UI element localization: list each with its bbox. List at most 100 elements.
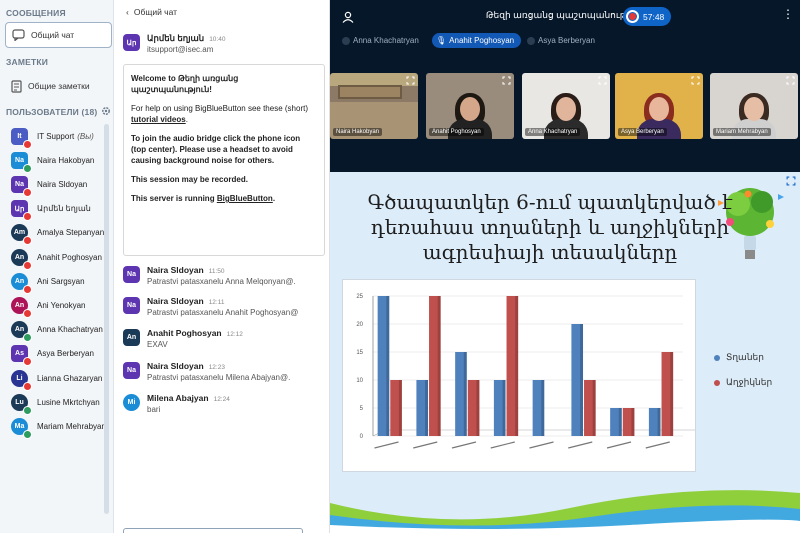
chat-message-input[interactable] xyxy=(123,528,303,533)
muted-mic-icon xyxy=(23,212,32,222)
expand-icon[interactable] xyxy=(786,176,796,186)
mic-icon xyxy=(23,333,32,343)
tutorial-videos-link[interactable]: tutorial videos xyxy=(131,115,186,124)
bar-shade xyxy=(631,408,635,436)
x-tick-label xyxy=(568,441,593,449)
user-list-item[interactable]: An Anahit Poghosyan xyxy=(0,245,113,270)
bar-top xyxy=(622,406,635,408)
user-list-item[interactable]: An Ani Yenokyan xyxy=(0,293,113,318)
bigbluebutton-link[interactable]: BigBlueButton xyxy=(217,194,273,203)
user-name: Mariam Mehrabyan xyxy=(37,421,106,431)
bar-top xyxy=(390,378,402,380)
muted-mic-icon xyxy=(23,284,32,294)
talker-indicator: Asya Berberyan xyxy=(523,33,602,48)
bar-chart: 0 5 10 15 20 25 xyxy=(342,279,696,472)
bar-shade xyxy=(515,296,519,436)
more-options-icon[interactable]: ⋮ xyxy=(782,8,794,20)
user-list-item[interactable]: Ար Արմեն եղյան xyxy=(0,197,113,222)
slide-title: Գծապատկեր 6-ում պատկերված է դեռահաս տղանե… xyxy=(367,190,733,264)
x-tick-label xyxy=(529,441,554,449)
expand-icon[interactable] xyxy=(598,76,607,85)
x-tick-label xyxy=(451,441,477,449)
muted-mic-icon xyxy=(23,187,32,197)
user-list-item[interactable]: Lu Lusine Mkrtchyan xyxy=(0,390,113,415)
sender-name: Naira Sldoyan 12:11 xyxy=(147,296,225,306)
chat-back-button[interactable]: ‹ Общий чат xyxy=(126,7,177,17)
bar-top xyxy=(416,378,429,380)
chat-title: Общий чат xyxy=(133,7,178,17)
mic-icon xyxy=(23,163,32,173)
sender-name: Naira Sldoyan 12:23 xyxy=(147,361,225,371)
messages-section-title: СООБЩЕНИЯ xyxy=(6,8,66,18)
message-body: Patrastvi patasxanelu Anna Melqonyan@. xyxy=(147,277,296,286)
welcome-message: Welcome to Թեղի առցանց պաշտպանություն! F… xyxy=(123,64,325,256)
y-tick-label: 25 xyxy=(356,294,363,300)
bar-top xyxy=(584,378,596,380)
public-chat-item[interactable]: Общий чат xyxy=(5,22,112,48)
avatar: As xyxy=(11,345,32,367)
user-name: Lianna Ghazaryan xyxy=(37,373,103,383)
x-tick-label xyxy=(374,441,399,449)
bar-shade xyxy=(657,408,661,436)
bar-shade xyxy=(502,380,506,436)
video-tile[interactable]: Anahit Poghosyan xyxy=(426,73,514,139)
user-list-item[interactable]: Na Naira Hakobyan xyxy=(0,148,113,173)
user-list-item[interactable]: It IT Support (Вы) xyxy=(0,124,113,149)
video-tile[interactable]: Naira Hakobyan xyxy=(330,73,418,139)
user-name: Anna Khachatryan xyxy=(37,325,103,335)
message-body: Patrastvi patasxanelu Milena Abajyan@. xyxy=(147,373,291,382)
user-name: Anahit Poghosyan xyxy=(37,252,102,262)
bar-top xyxy=(661,350,674,352)
user-name: Արմեն եղյան xyxy=(37,204,91,214)
video-tile[interactable]: Anna Khachatryan xyxy=(522,73,610,139)
bar-top xyxy=(377,294,390,296)
muted-mic-icon xyxy=(23,357,32,367)
user-name: Naira Hakobyan xyxy=(37,155,95,165)
avatar: An xyxy=(11,272,32,294)
user-list-item[interactable]: An Ani Sargsyan xyxy=(0,269,113,294)
video-name-label: Mariam Mehrabyan xyxy=(713,128,771,136)
notes-icon xyxy=(11,79,22,93)
user-list-item[interactable]: Ma Mariam Mehrabyan xyxy=(0,414,113,439)
user-list-item[interactable]: As Asya Berberyan xyxy=(0,342,113,367)
user-name: Lusine Mkrtchyan xyxy=(37,397,100,407)
sender-name: Naira Sldoyan 11:50 xyxy=(147,265,225,275)
gear-icon[interactable] xyxy=(101,106,111,116)
expand-icon[interactable] xyxy=(691,76,700,85)
bar-shade xyxy=(463,352,467,436)
avatar: Na xyxy=(123,297,140,314)
user-list-scrollbar[interactable] xyxy=(104,124,109,514)
video-tile[interactable]: Asya Berberyan xyxy=(615,73,703,139)
users-section-title: ПОЛЬЗОВАТЕЛИ (18) xyxy=(6,107,98,117)
bar-top xyxy=(455,350,467,352)
avatar: Na xyxy=(123,266,140,283)
expand-icon[interactable] xyxy=(786,76,795,85)
x-tick-label xyxy=(606,441,632,449)
presentation-slide: Գծապատկեր 6-ում պատկերված է դեռահաս տղանե… xyxy=(330,172,800,533)
bar-shade xyxy=(541,380,545,436)
bar-shade xyxy=(670,352,674,436)
user-list-item[interactable]: Na Naira Sldoyan xyxy=(0,172,113,197)
user-list-item[interactable]: An Anna Khachatryan xyxy=(0,318,113,343)
user-name: IT Support (Вы) xyxy=(37,131,94,141)
recording-indicator[interactable]: 57:48 xyxy=(623,7,671,26)
message-body: itsupport@isec.am xyxy=(147,45,214,54)
recording-timer: 57:48 xyxy=(643,11,665,22)
user-list-item[interactable]: Am Amalya Stepanyan xyxy=(0,221,113,246)
bar-shade xyxy=(425,380,429,436)
expand-icon[interactable] xyxy=(406,76,415,85)
y-tick-label: 20 xyxy=(356,322,363,328)
meeting-title: Թեզի առցանց պաշտպանություն xyxy=(485,10,645,20)
expand-icon[interactable] xyxy=(502,76,511,85)
user-name: Ani Sargsyan xyxy=(37,276,85,286)
video-tile[interactable]: Mariam Mehrabyan xyxy=(710,73,798,139)
mic-icon xyxy=(23,405,32,415)
user-list-item[interactable]: Li Lianna Ghazaryan xyxy=(0,366,113,391)
shared-notes-item[interactable]: Общие заметки xyxy=(5,73,112,99)
avatar: Mi xyxy=(123,394,140,411)
chart-legend: Տղաներ Աղջիկներ xyxy=(714,352,772,402)
chat-bubble-icon xyxy=(12,29,25,41)
video-name-label: Anahit Poghosyan xyxy=(429,128,484,136)
slide-wave-decoration xyxy=(330,490,800,533)
avatar: An xyxy=(11,296,32,318)
